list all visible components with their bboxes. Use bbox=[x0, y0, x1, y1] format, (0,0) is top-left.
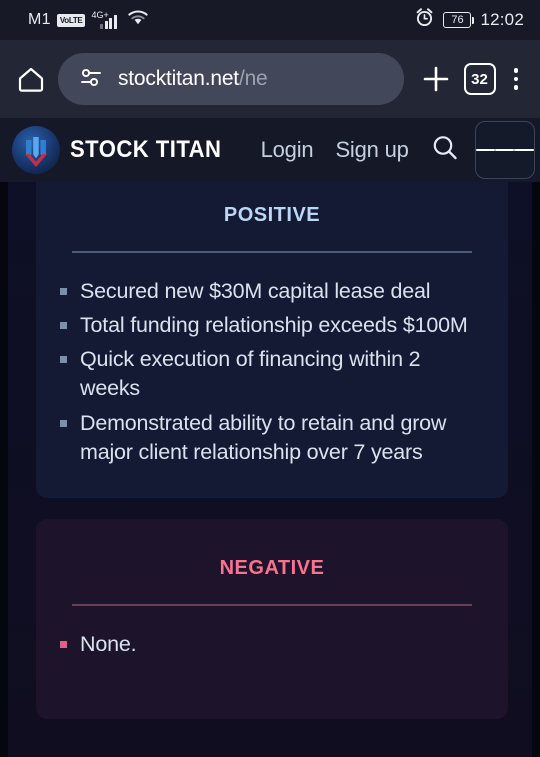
volte-badge: VoLTE bbox=[56, 13, 86, 27]
tab-count-label: 32 bbox=[471, 70, 488, 88]
browser-menu-button[interactable] bbox=[506, 68, 527, 90]
list-item: Demonstrated ability to retain and grow … bbox=[60, 409, 478, 467]
positive-card-divider bbox=[72, 251, 472, 253]
tab-switcher-button[interactable]: 32 bbox=[463, 63, 496, 95]
negative-card: Negative None. bbox=[36, 519, 508, 719]
url-path: /ne bbox=[238, 67, 268, 90]
hamburger-line bbox=[475, 148, 495, 152]
battery-indicator: 76 bbox=[443, 12, 475, 28]
negative-card-title: Negative bbox=[219, 549, 325, 581]
login-link[interactable]: Login bbox=[261, 137, 314, 163]
carrier-label: M1 bbox=[28, 11, 51, 28]
site-header: STOCK TITAN Login Sign up bbox=[0, 118, 540, 182]
positive-card-title: Positive bbox=[223, 196, 321, 228]
stock-titan-logo-icon[interactable] bbox=[12, 126, 60, 174]
hamburger-line bbox=[495, 148, 515, 152]
page-content-scroll-area[interactable]: Positive Secured new $30M capital lease … bbox=[0, 182, 540, 757]
cards-container: Positive Secured new $30M capital lease … bbox=[36, 182, 508, 719]
battery-percent-label: 76 bbox=[451, 14, 464, 26]
status-bar: M1 VoLTE 4G+ 76 12:02 bbox=[0, 0, 540, 40]
alarm-icon bbox=[415, 8, 434, 32]
network-type-label: 4G+ bbox=[91, 10, 109, 20]
menu-button[interactable] bbox=[474, 121, 535, 179]
clock-label: 12:02 bbox=[480, 10, 524, 29]
url-domain: stocktitan.net bbox=[118, 67, 239, 90]
status-bar-left: M1 VoLTE 4G+ bbox=[28, 9, 149, 31]
page-settings-icon[interactable] bbox=[78, 66, 104, 93]
signup-link[interactable]: Sign up bbox=[335, 137, 408, 163]
status-bar-right: 76 12:02 bbox=[415, 8, 524, 32]
content-column: Positive Secured new $30M capital lease … bbox=[8, 182, 532, 757]
list-item: None. bbox=[60, 630, 478, 659]
list-item: Secured new $30M capital lease deal bbox=[60, 277, 478, 306]
header-nav: Login Sign up bbox=[261, 137, 409, 163]
url-text: stocktitan.net/ne bbox=[118, 67, 268, 91]
list-item: Total funding relationship exceeds $100M bbox=[60, 311, 478, 340]
positive-card: Positive Secured new $30M capital lease … bbox=[36, 182, 508, 498]
negative-card-divider bbox=[72, 604, 472, 606]
hamburger-line bbox=[514, 148, 534, 152]
search-icon[interactable] bbox=[429, 132, 461, 169]
browser-toolbar: stocktitan.net/ne 32 bbox=[0, 40, 540, 118]
new-tab-button[interactable] bbox=[418, 61, 454, 97]
home-button[interactable] bbox=[14, 62, 48, 96]
url-bar[interactable]: stocktitan.net/ne bbox=[58, 53, 404, 105]
negative-list: None. bbox=[36, 630, 508, 659]
list-item: Quick execution of financing within 2 we… bbox=[60, 345, 478, 403]
positive-list: Secured new $30M capital lease deal Tota… bbox=[36, 277, 508, 467]
brand-name[interactable]: STOCK TITAN bbox=[70, 136, 221, 164]
wifi-icon bbox=[127, 9, 149, 31]
cellular-signal-icon: 4G+ bbox=[91, 10, 117, 29]
